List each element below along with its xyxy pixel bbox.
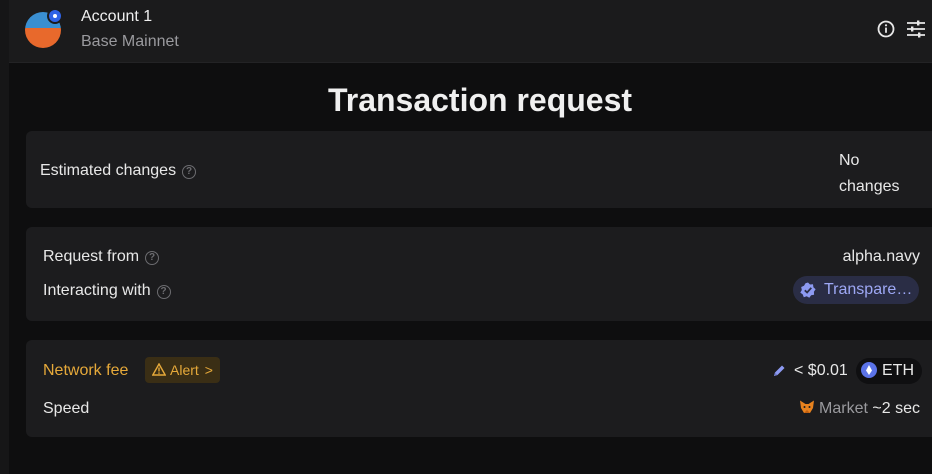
request-from-row: Request from? bbox=[43, 248, 160, 266]
estimated-changes-card: Estimated changes? No changes bbox=[26, 131, 932, 208]
chevron-right-icon: > bbox=[204, 362, 213, 378]
window-edge bbox=[0, 0, 9, 474]
estimated-changes-row: Estimated changes? bbox=[40, 162, 197, 180]
speed-time: ~2 sec bbox=[872, 400, 920, 417]
request-details-card: Request from? alpha.navy Interacting wit… bbox=[26, 227, 932, 321]
help-icon[interactable]: ? bbox=[182, 165, 197, 179]
account-name[interactable]: Account 1 bbox=[81, 8, 152, 26]
page-title: Transaction request bbox=[327, 82, 633, 118]
fee-token-label: ETH bbox=[882, 362, 914, 379]
metamask-fox-icon bbox=[800, 400, 815, 413]
contract-name: Transpare… bbox=[824, 281, 913, 298]
warning-triangle-icon bbox=[152, 363, 166, 376]
network-name: Base Mainnet bbox=[81, 33, 179, 50]
estimated-changes-value-line2: changes bbox=[839, 178, 900, 195]
fee-token-pill[interactable]: ETH bbox=[856, 358, 922, 384]
settings-sliders-icon[interactable] bbox=[906, 20, 926, 38]
speed-value[interactable]: Market ~2 sec bbox=[799, 400, 920, 418]
transaction-request-screen: Account 1 Base Mainnet Transaction reque… bbox=[0, 0, 932, 474]
verified-badge-icon bbox=[800, 282, 816, 298]
speed-market: Market bbox=[819, 400, 868, 417]
network-fee-card: Network fee Alert > < $0.01 ETH Speed Mar… bbox=[26, 340, 932, 437]
estimated-changes-label: Estimated changes bbox=[40, 162, 177, 179]
request-from-label: Request from bbox=[43, 248, 140, 265]
help-icon[interactable]: ? bbox=[156, 285, 171, 299]
alert-label: Alert bbox=[170, 362, 199, 378]
info-icon[interactable] bbox=[877, 20, 895, 38]
pencil-edit-icon[interactable] bbox=[772, 364, 786, 378]
request-from-value: alpha.navy bbox=[842, 248, 920, 265]
interacting-with-row: Interacting with? bbox=[43, 282, 171, 300]
help-icon[interactable]: ? bbox=[145, 251, 160, 265]
contract-address-pill[interactable]: Transpare… bbox=[793, 276, 919, 304]
speed-label: Speed bbox=[43, 400, 90, 417]
estimated-changes-value: No changes bbox=[839, 148, 929, 200]
fee-alert-button[interactable]: Alert > bbox=[145, 357, 220, 383]
network-fee-label: Network fee bbox=[43, 362, 129, 379]
account-header: Account 1 Base Mainnet bbox=[9, 0, 932, 63]
network-badge-icon bbox=[47, 8, 63, 24]
interacting-with-label: Interacting with bbox=[43, 282, 151, 299]
eth-icon bbox=[861, 362, 877, 378]
estimated-changes-value-line1: No bbox=[839, 152, 860, 169]
network-fee-value: < $0.01 bbox=[794, 362, 848, 379]
